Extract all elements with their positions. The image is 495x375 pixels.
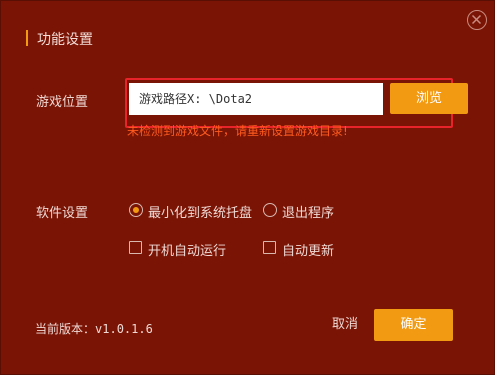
- minimize-to-tray-label[interactable]: 最小化到系统托盘: [148, 202, 252, 221]
- settings-dialog: 功能设置 游戏位置 游戏路径X: \Dota2 浏览 未检测到游戏文件，请重新设…: [0, 0, 495, 375]
- game-not-found-error: 未检测到游戏文件，请重新设置游戏目录!: [127, 124, 348, 138]
- version-label: 当前版本：: [35, 322, 96, 336]
- software-settings-label: 软件设置: [36, 206, 89, 221]
- auto-update-label[interactable]: 自动更新: [282, 240, 334, 259]
- version-info: 当前版本：v1.0.1.6: [35, 320, 153, 337]
- auto-start-checkbox[interactable]: [129, 241, 142, 254]
- exit-program-label[interactable]: 退出程序: [282, 202, 334, 221]
- auto-update-checkbox[interactable]: [263, 241, 276, 254]
- game-path-input[interactable]: 游戏路径X: \Dota2: [129, 83, 383, 115]
- browse-button[interactable]: 浏览: [390, 83, 468, 114]
- ok-button[interactable]: 确定: [374, 309, 453, 341]
- game-location-label: 游戏位置: [36, 95, 89, 110]
- version-number: v1.0.1.6: [95, 322, 153, 336]
- dialog-title: 功能设置: [37, 32, 93, 48]
- close-button[interactable]: [467, 10, 487, 30]
- close-icon: [471, 14, 482, 25]
- title-accent-bar: [26, 30, 28, 46]
- auto-start-label[interactable]: 开机自动运行: [148, 240, 226, 259]
- minimize-to-tray-radio[interactable]: [129, 203, 143, 217]
- exit-program-radio[interactable]: [263, 203, 277, 217]
- cancel-button[interactable]: 取消: [326, 309, 364, 341]
